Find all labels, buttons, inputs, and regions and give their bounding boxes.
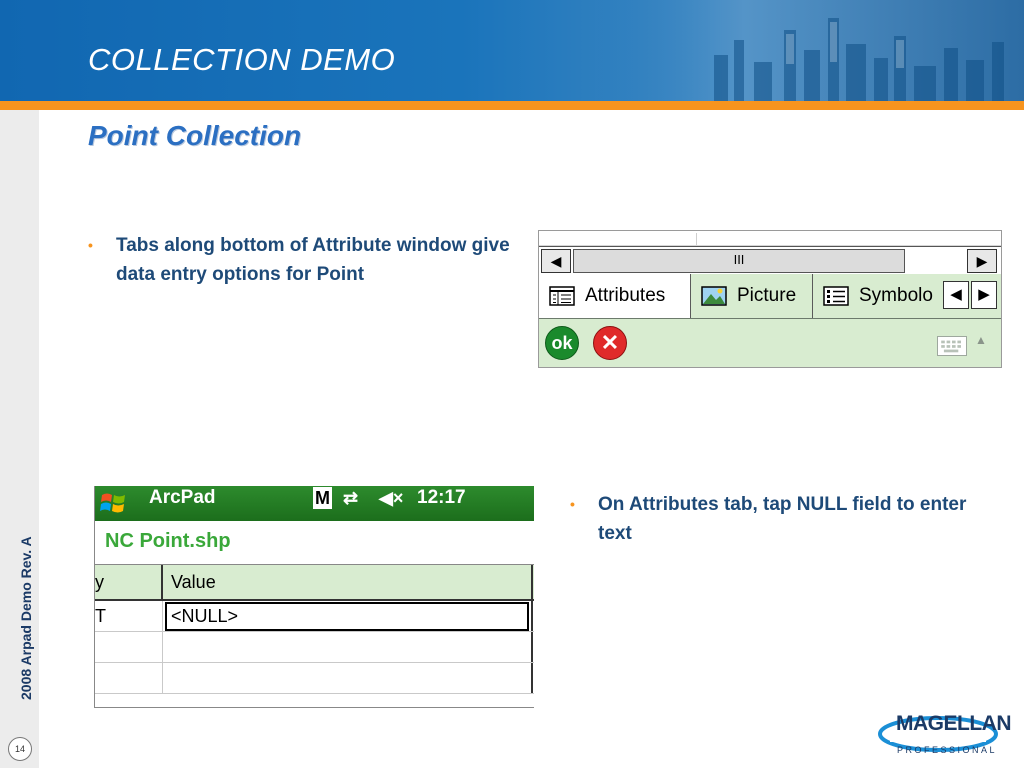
property-column-header: y — [95, 565, 163, 599]
attributes-window-screenshot: ◀ III ▶ Attributes Picture Symbolo ◀ ▶ o… — [538, 230, 1002, 368]
tab-picture[interactable]: Picture — [691, 274, 813, 318]
tab-label: Symbolo — [859, 285, 933, 306]
device-status-bar: ArcPad M ⇄ ◀× 12:17 — [95, 486, 534, 521]
scroll-right-button[interactable]: ▶ — [967, 249, 997, 273]
tab-symbology[interactable]: Symbolo — [813, 274, 941, 318]
value-cell[interactable] — [163, 632, 533, 662]
table-row — [95, 663, 534, 694]
picture-icon — [701, 286, 727, 306]
tab-label: Attributes — [585, 285, 666, 306]
page-title: COLLECTION DEMO — [88, 42, 396, 77]
header-banner: COLLECTION DEMO — [0, 0, 1024, 101]
tab-prev-button[interactable]: ◀ — [943, 281, 969, 309]
layer-file-name: NC Point.shp — [105, 530, 231, 552]
windows-start-icon[interactable] — [99, 490, 129, 516]
table-row — [95, 632, 534, 663]
attribute-grid-header: y Value — [95, 565, 534, 601]
property-cell — [95, 632, 163, 662]
volume-muted-icon[interactable]: ◀× — [379, 486, 403, 510]
bullet-point-2: • On Attributes tab, tap NULL field to e… — [570, 490, 998, 548]
header-divider — [0, 101, 1024, 110]
footer-revision-text: 2008 Arpad Demo Rev. A — [18, 536, 34, 700]
tab-label: Picture — [737, 285, 797, 306]
tab-attributes[interactable]: Attributes — [539, 274, 691, 318]
scroll-thumb[interactable]: III — [573, 249, 905, 273]
tab-next-button[interactable]: ▶ — [971, 281, 997, 309]
bullet-text: On Attributes tab, tap NULL field to ent… — [598, 494, 967, 544]
null-value-field[interactable]: <NULL> — [165, 602, 529, 631]
section-subtitle: Point Collection — [88, 120, 302, 151]
sync-icon[interactable]: ⇄ — [343, 486, 358, 510]
input-panel-caret-icon[interactable]: ▲ — [975, 333, 987, 347]
horizontal-scrollbar[interactable]: ◀ III ▶ — [539, 246, 1001, 276]
command-bar: ok ✕ ▲ — [539, 319, 1001, 367]
arcpad-screenshot: ArcPad M ⇄ ◀× 12:17 NC Point.shp y Value… — [94, 486, 534, 708]
value-cell[interactable] — [163, 663, 533, 693]
bullet-marker: • — [570, 496, 575, 512]
list-icon — [823, 286, 849, 306]
brand-logo-name: MAGELLAN — [896, 712, 1012, 735]
brand-logo-tagline: PROFESSIONAL — [897, 745, 998, 755]
column-divider — [696, 233, 697, 245]
list-area — [539, 231, 1001, 246]
table-row: T <NULL> — [95, 601, 534, 632]
bullet-text: Tabs along bottom of Attribute window gi… — [116, 235, 510, 285]
ok-button[interactable]: ok — [545, 326, 579, 360]
value-column-header: Value — [163, 565, 533, 599]
m-status-icon[interactable]: M — [313, 487, 332, 509]
app-title: ArcPad — [149, 487, 216, 508]
property-cell — [95, 663, 163, 693]
layer-file-bar: NC Point.shp — [95, 521, 534, 565]
keyboard-icon[interactable] — [937, 336, 967, 356]
clock-time[interactable]: 12:17 — [417, 486, 466, 510]
city-skyline-image — [594, 0, 1024, 101]
bullet-point-1: • Tabs along bottom of Attribute window … — [88, 231, 516, 289]
table-icon — [549, 286, 575, 306]
cancel-button[interactable]: ✕ — [593, 326, 627, 360]
page-number: 14 — [8, 737, 32, 761]
scroll-left-button[interactable]: ◀ — [541, 249, 571, 273]
bullet-marker: • — [88, 237, 93, 253]
attribute-tabs-bar: Attributes Picture Symbolo ◀ ▶ — [539, 274, 1001, 319]
property-cell: T — [95, 601, 163, 631]
